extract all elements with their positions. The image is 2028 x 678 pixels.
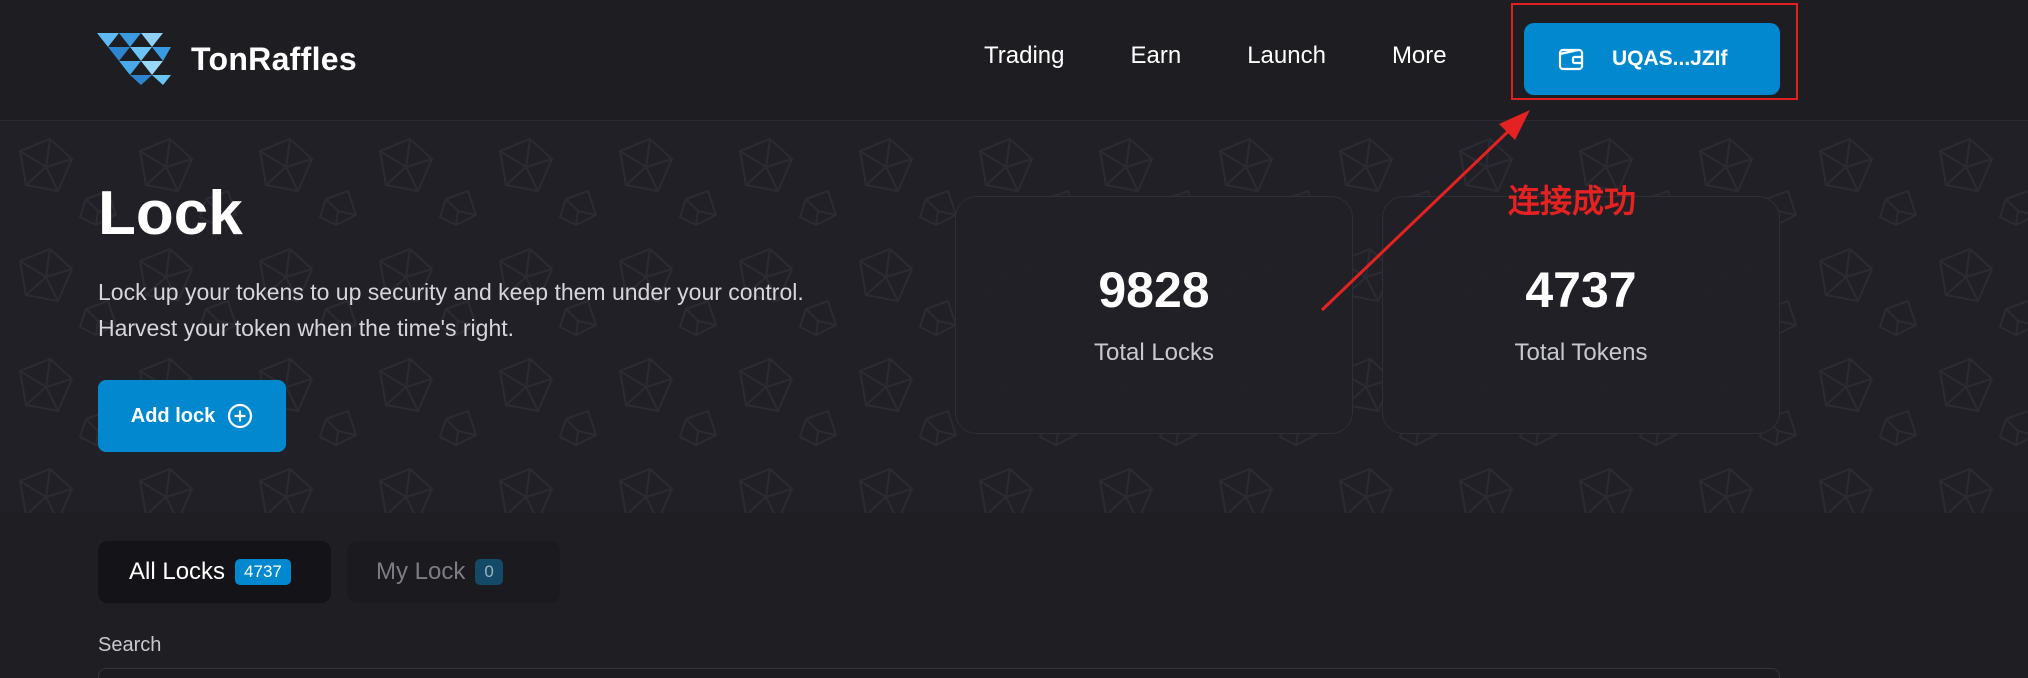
search-input[interactable]: [98, 668, 1780, 678]
tab-label: All Locks: [129, 558, 226, 585]
plus-circle-icon: [228, 403, 253, 429]
nav-item-more[interactable]: More: [1392, 42, 1447, 70]
page-title: Lock: [98, 179, 243, 248]
tonraffles-logo-icon: [97, 33, 171, 85]
description-line-1: Lock up your tokens to up security and k…: [98, 279, 804, 305]
brand-name: TonRaffles: [191, 40, 357, 77]
search-label: Search: [98, 634, 162, 656]
nav-item-trading[interactable]: Trading: [984, 42, 1064, 70]
count-badge: 0: [475, 559, 503, 585]
description-line-2: Harvest your token when the time's right…: [98, 315, 515, 341]
page-description: Lock up your tokens to up security and k…: [98, 274, 958, 346]
stat-label: Total Tokens: [1514, 339, 1648, 366]
brand-logo[interactable]: TonRaffles: [97, 33, 357, 85]
stat-value: 9828: [1098, 262, 1210, 318]
tab-label: My Lock: [376, 558, 466, 585]
count-badge: 4737: [235, 559, 291, 585]
top-navbar: TonRaffles Trading Earn Launch More UQAS…: [0, 0, 2028, 121]
tab-my-lock[interactable]: My Lock 0: [347, 541, 560, 603]
stat-label: Total Locks: [1093, 339, 1215, 366]
stat-value: 4737: [1525, 262, 1637, 318]
lock-tabs: All Locks 4737 My Lock 0: [98, 541, 560, 603]
annotation-text: 连接成功: [1508, 182, 1637, 220]
add-lock-button[interactable]: Add lock: [98, 380, 286, 452]
tab-all-locks[interactable]: All Locks 4737: [98, 541, 331, 603]
add-lock-label: Add lock: [130, 404, 216, 427]
nav-item-earn[interactable]: Earn: [1130, 42, 1181, 70]
stat-card-total-locks: 9828 Total Locks: [955, 196, 1353, 434]
nav-item-launch[interactable]: Launch: [1247, 42, 1326, 70]
annotation-highlight-box: [1511, 3, 1798, 100]
main-nav: Trading Earn Launch More: [984, 42, 1447, 70]
stat-card-total-tokens: 4737 Total Tokens: [1382, 196, 1780, 434]
